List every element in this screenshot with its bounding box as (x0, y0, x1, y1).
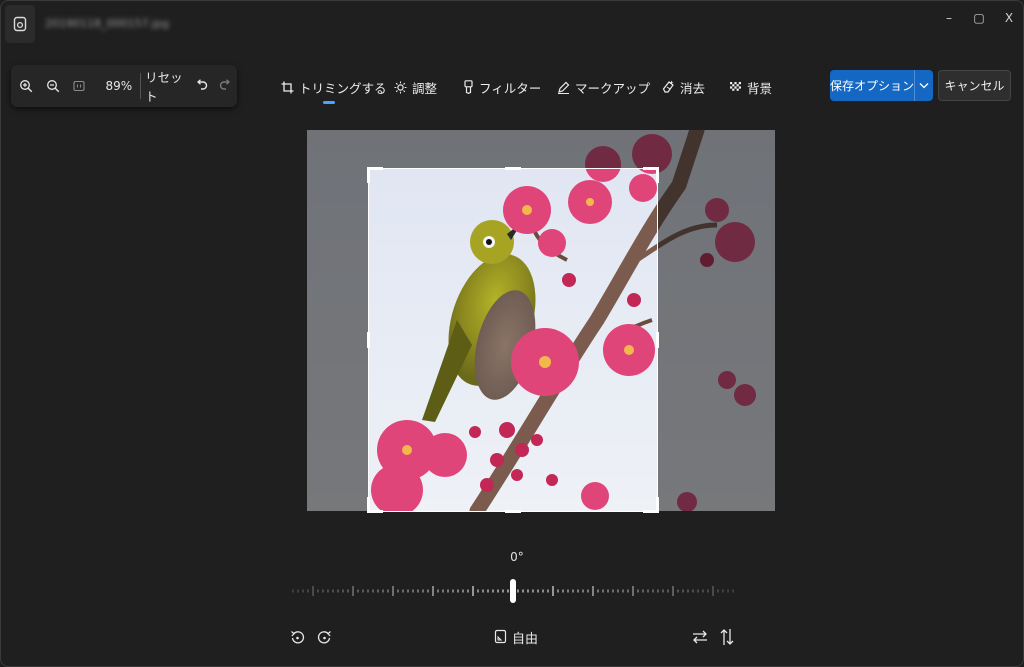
cancel-button[interactable]: キャンセル (938, 70, 1011, 101)
fit-window-icon (73, 80, 85, 92)
flip-vertical-icon (720, 629, 734, 645)
zoom-out-icon (47, 80, 60, 93)
rotation-angle: 0° (510, 550, 524, 564)
tab-label: フィルター (479, 80, 542, 96)
rotation-slider-thumb[interactable] (510, 579, 516, 603)
toolbar-divider (140, 73, 142, 99)
zoom-out-button[interactable] (40, 71, 65, 101)
aspect-ratio-button[interactable]: 自由 (494, 626, 538, 648)
file-title: 20190118_000157.jpg (45, 17, 169, 30)
tab-filter[interactable]: フィルター (463, 75, 541, 99)
reset-button[interactable]: リセット (145, 70, 190, 104)
maximize-button[interactable]: ▢ (964, 9, 994, 27)
crop-dim-right (658, 130, 775, 511)
crop-icon (281, 81, 294, 93)
markup-pen-icon (558, 81, 570, 94)
crop-handle-right[interactable] (656, 332, 659, 348)
tab-adjust[interactable]: 調整 (394, 75, 437, 99)
redo-icon (220, 79, 231, 90)
button-divider (914, 70, 915, 101)
aspect-ratio-label: 自由 (512, 631, 539, 647)
tab-label: 消去 (680, 80, 706, 96)
zoom-in-icon (19, 80, 32, 93)
zoom-toolbar: 89% リセット (11, 65, 237, 107)
aspect-ratio-icon (494, 629, 507, 644)
app-icon (5, 5, 35, 43)
rotate-left-button[interactable] (290, 626, 305, 648)
rotate-right-icon (317, 630, 331, 643)
redo-button[interactable] (214, 71, 237, 101)
background-icon (730, 82, 741, 91)
crop-handle-top[interactable] (505, 167, 521, 170)
tab-label: 背景 (747, 80, 773, 96)
tab-label: マークアップ (575, 80, 651, 96)
undo-button[interactable] (190, 71, 213, 101)
save-options-label: 保存オプション (830, 79, 915, 93)
tab-markup[interactable]: マークアップ (557, 75, 650, 99)
chevron-down-icon[interactable] (919, 82, 929, 89)
tab-crop[interactable]: トリミングする (281, 75, 387, 104)
selected-tab-indicator (323, 101, 335, 104)
crop-handle-left[interactable] (367, 332, 370, 348)
flip-horizontal-icon (693, 630, 707, 644)
save-options-button[interactable]: 保存オプション (830, 70, 933, 101)
minimize-button[interactable]: – (934, 9, 964, 27)
close-button[interactable]: X (994, 9, 1023, 27)
crop-handle-bottom[interactable] (505, 510, 521, 513)
fit-to-window-button[interactable] (66, 71, 93, 101)
tab-label: 調整 (412, 80, 438, 96)
filter-icon (464, 80, 473, 94)
rotate-left-icon (291, 630, 305, 643)
brightness-icon (394, 81, 407, 93)
flip-vertical-button[interactable] (720, 626, 734, 648)
zoom-in-button[interactable] (11, 71, 40, 101)
rotate-right-button[interactable] (317, 626, 332, 648)
crop-handle-top-left[interactable] (367, 167, 370, 183)
tab-background[interactable]: 背景 (729, 75, 772, 99)
crop-dim-left (307, 130, 368, 511)
crop-dim-top (368, 130, 658, 168)
flip-horizontal-button[interactable] (692, 626, 708, 648)
crop-handle-bottom-left[interactable] (367, 497, 370, 513)
zoom-level: 89% (105, 79, 133, 93)
crop-handle-bottom-right[interactable] (656, 497, 659, 513)
photos-editor-window: 20190118_000157.jpg – ▢ X 89% リセット トリミング… (0, 0, 1024, 667)
photos-app-icon (13, 16, 27, 32)
erase-icon (662, 80, 674, 93)
crop-handle-top-right[interactable] (656, 167, 659, 183)
crop-frame[interactable] (368, 168, 658, 512)
title-bar: 20190118_000157.jpg – ▢ X (1, 1, 1023, 47)
tab-erase[interactable]: 消去 (662, 75, 705, 99)
undo-icon (196, 79, 208, 90)
tab-label: トリミングする (299, 80, 387, 96)
rotation-slider[interactable] (291, 579, 737, 603)
